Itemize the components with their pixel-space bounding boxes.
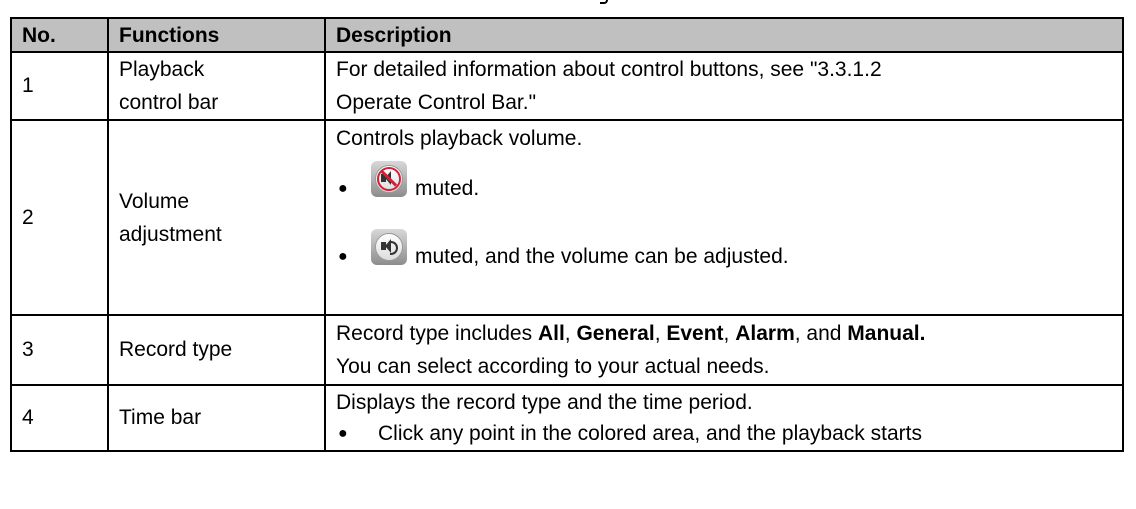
function-line: control bar <box>119 91 219 114</box>
description-line: Operate Control Bar." <box>336 91 537 114</box>
volume-icon <box>371 229 407 265</box>
table-header-row: No. Functions Description <box>10 17 1124 53</box>
description-line: Record type includes All, General, Event… <box>336 317 1122 350</box>
header-no: No. <box>10 17 109 53</box>
functions-table: No. Functions Description 1 Playback con… <box>10 17 1124 452</box>
description-cell: For detailed information about control b… <box>324 51 1124 121</box>
bullet-text: Click any point in the colored area, and… <box>378 422 922 445</box>
bullet-marker: ● <box>338 248 348 265</box>
header-description: Description <box>324 17 1124 53</box>
bullet-item: ● Click any point in the colored area, a… <box>336 419 1122 449</box>
record-option-general: General <box>576 322 655 345</box>
row-number: 1 <box>10 51 109 121</box>
row-number: 3 <box>10 314 109 386</box>
description-line: You can select according to your actual … <box>336 355 770 378</box>
description-cell: Controls playback volume. ● muted. ● mut… <box>324 119 1124 316</box>
table-row: 3 Record type Record type includes All, … <box>10 314 1124 386</box>
bullet-text: muted, and the volume can be adjusted. <box>415 245 789 268</box>
description-line: Controls playback volume. <box>336 127 583 150</box>
bullet-item: ● muted, and the volume can be adjusted. <box>336 223 1122 291</box>
function-cell: Volume adjustment <box>107 119 326 316</box>
bullet-marker: ● <box>338 180 348 197</box>
description-cell: Record type includes All, General, Event… <box>324 314 1124 386</box>
function-line: Playback <box>119 58 205 81</box>
separator: , <box>654 322 667 345</box>
header-functions: Functions <box>107 17 326 53</box>
description-text: Record type includes <box>336 322 538 345</box>
record-option-manual: Manual. <box>847 322 926 345</box>
bullet-text: muted. <box>415 177 480 200</box>
function-line: Volume <box>119 189 190 213</box>
bullet-item: ● muted. <box>336 155 1122 223</box>
table-row: 4 Time bar Displays the record type and … <box>10 384 1124 452</box>
record-option-all: All <box>537 322 565 345</box>
muted-volume-icon <box>371 161 407 197</box>
row-number: 4 <box>10 384 109 452</box>
row-number: 2 <box>10 119 109 316</box>
description-line: For detailed information about control b… <box>336 58 882 81</box>
page-top-remnant <box>600 0 614 4</box>
function-cell: Playback control bar <box>107 51 326 121</box>
bullet-marker: ● <box>338 425 348 442</box>
table-row: 1 Playback control bar For detailed info… <box>10 51 1124 121</box>
function-line: adjustment <box>119 222 222 246</box>
description-line: Displays the record type and the time pe… <box>336 391 753 414</box>
function-cell: Time bar <box>107 384 326 452</box>
separator: , <box>723 322 736 345</box>
description-cell: Displays the record type and the time pe… <box>324 384 1124 452</box>
record-option-event: Event <box>666 322 724 345</box>
function-cell: Record type <box>107 314 326 386</box>
separator: , and <box>794 322 848 345</box>
separator: , <box>564 322 577 345</box>
record-option-alarm: Alarm <box>735 322 795 345</box>
table-row: 2 Volume adjustment Controls playback vo… <box>10 119 1124 316</box>
